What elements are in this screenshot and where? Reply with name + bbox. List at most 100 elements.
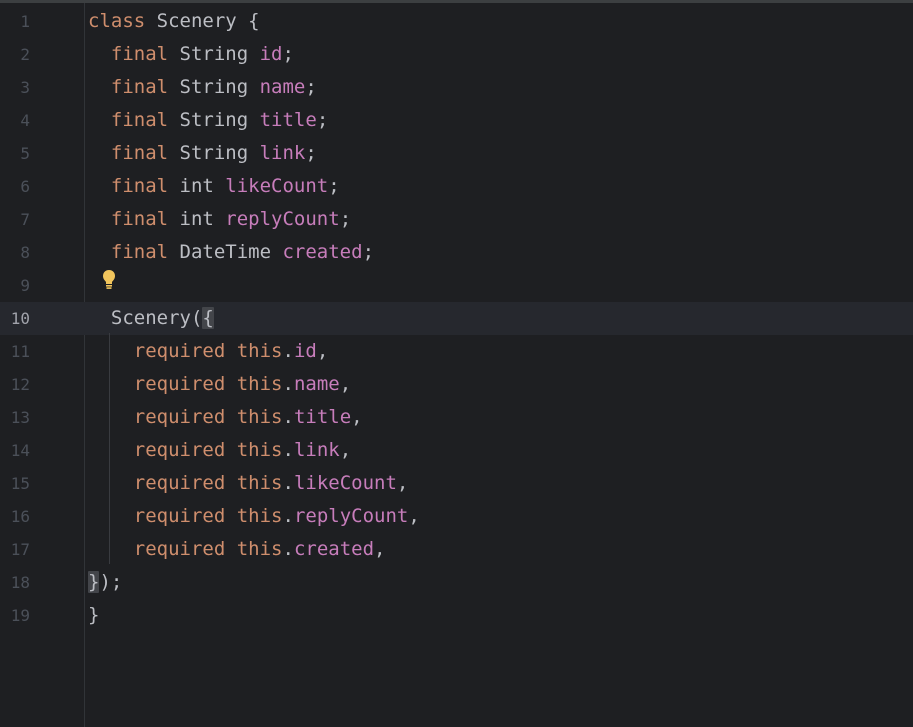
line-number[interactable]: 12	[0, 368, 30, 401]
line-number[interactable]: 4	[0, 104, 30, 137]
line-number[interactable]: 18	[0, 566, 30, 599]
code-token: );	[99, 571, 123, 593]
line-number[interactable]: 14	[0, 434, 30, 467]
code-line[interactable]: 16 required this.replyCount,	[0, 500, 913, 533]
code-text[interactable]: required this.id,	[88, 335, 329, 368]
code-text[interactable]: final String link;	[88, 137, 317, 170]
line-number[interactable]: 2	[0, 38, 30, 71]
code-token: required	[133, 373, 226, 395]
code-line[interactable]: 8 final DateTime created;	[0, 236, 913, 269]
code-text[interactable]: required this.link,	[88, 434, 351, 467]
code-token: title	[293, 406, 352, 428]
code-line[interactable]: 3 final String name;	[0, 71, 913, 104]
code-token: required	[133, 406, 226, 428]
code-token: name	[259, 76, 306, 98]
code-text[interactable]: required this.name,	[88, 368, 351, 401]
code-token: id	[293, 340, 317, 362]
code-token: class	[88, 10, 146, 32]
code-line[interactable]: 2 final String id;	[0, 38, 913, 71]
line-number[interactable]: 16	[0, 500, 30, 533]
line-number[interactable]: 6	[0, 170, 30, 203]
code-text[interactable]: required this.replyCount,	[88, 500, 420, 533]
lightbulb-icon[interactable]	[102, 269, 116, 291]
code-token: int	[168, 208, 226, 230]
code-token: this	[236, 406, 283, 428]
code-token: .	[282, 538, 294, 560]
code-line[interactable]: 18});	[0, 566, 913, 599]
code-text[interactable]: required this.title,	[88, 401, 363, 434]
code-token: .	[282, 439, 294, 461]
code-token: this	[236, 340, 283, 362]
code-line[interactable]: 14 required this.link,	[0, 434, 913, 467]
code-token: replyCount	[225, 208, 340, 230]
code-token: ,	[351, 406, 363, 428]
line-number[interactable]: 8	[0, 236, 30, 269]
code-text[interactable]: final DateTime created;	[88, 236, 374, 269]
code-token: String	[168, 142, 260, 164]
indent-guide	[109, 333, 110, 564]
line-number[interactable]: 19	[0, 599, 30, 632]
line-number[interactable]: 11	[0, 335, 30, 368]
line-number[interactable]: 9	[0, 269, 30, 302]
line-number[interactable]: 3	[0, 71, 30, 104]
code-text[interactable]: final int replyCount;	[88, 203, 351, 236]
code-token: String	[168, 43, 260, 65]
code-text[interactable]: required this.likeCount,	[88, 467, 409, 500]
code-text[interactable]: final String id;	[88, 38, 294, 71]
code-token: DateTime	[168, 241, 283, 263]
code-line[interactable]: 7 final int replyCount;	[0, 203, 913, 236]
code-token: required	[133, 538, 226, 560]
code-token: name	[293, 373, 340, 395]
code-token: ;	[282, 43, 294, 65]
code-line[interactable]: 1 class Scenery {	[0, 5, 913, 38]
line-number[interactable]: 17	[0, 533, 30, 566]
code-token: ,	[374, 538, 386, 560]
code-text[interactable]: final String name;	[88, 71, 317, 104]
code-text[interactable]: final String title;	[88, 104, 328, 137]
code-line[interactable]: 17 required this.created,	[0, 533, 913, 566]
code-token: likeCount	[225, 175, 329, 197]
code-line[interactable]: 4 final String title;	[0, 104, 913, 137]
line-number[interactable]: 13	[0, 401, 30, 434]
code-token: final	[110, 241, 169, 263]
code-token: this	[236, 538, 283, 560]
code-line[interactable]: 5 final String link;	[0, 137, 913, 170]
code-text[interactable]: Scenery({	[88, 302, 214, 335]
code-editor[interactable]: 1 class Scenery {2 final String id; 3 fina…	[0, 0, 913, 727]
line-number[interactable]: 15	[0, 467, 30, 500]
line-number[interactable]: 5	[0, 137, 30, 170]
code-token: final	[110, 109, 169, 131]
code-line[interactable]: 15 required this.likeCount,	[0, 467, 913, 500]
code-token: String	[168, 76, 260, 98]
code-line[interactable]: 13 required this.title,	[0, 401, 913, 434]
code-line[interactable]: 19}	[0, 599, 913, 632]
code-text[interactable]: class Scenery {	[88, 5, 260, 38]
code-line[interactable]: 9	[0, 269, 913, 302]
code-text[interactable]: });	[88, 566, 122, 599]
code-token: ,	[396, 472, 409, 494]
code-text[interactable]: required this.created,	[88, 533, 386, 566]
code-text[interactable]: }	[88, 599, 99, 632]
code-token: final	[110, 175, 169, 197]
line-number[interactable]: 1	[0, 5, 30, 38]
code-token: .	[282, 373, 294, 395]
code-token: ;	[316, 109, 329, 131]
code-token: required	[133, 439, 226, 461]
code-line[interactable]: 10 Scenery({	[0, 302, 913, 335]
line-number[interactable]: 10	[0, 302, 30, 335]
code-text[interactable]: final int likeCount;	[88, 170, 340, 203]
code-line[interactable]: 6 final int likeCount;	[0, 170, 913, 203]
line-number[interactable]: 7	[0, 203, 30, 236]
code-token: likeCount	[293, 472, 397, 494]
code-line[interactable]: 11 required this.id,	[0, 335, 913, 368]
code-line[interactable]: 12 required this.name,	[0, 368, 913, 401]
code-token: title	[259, 109, 317, 131]
